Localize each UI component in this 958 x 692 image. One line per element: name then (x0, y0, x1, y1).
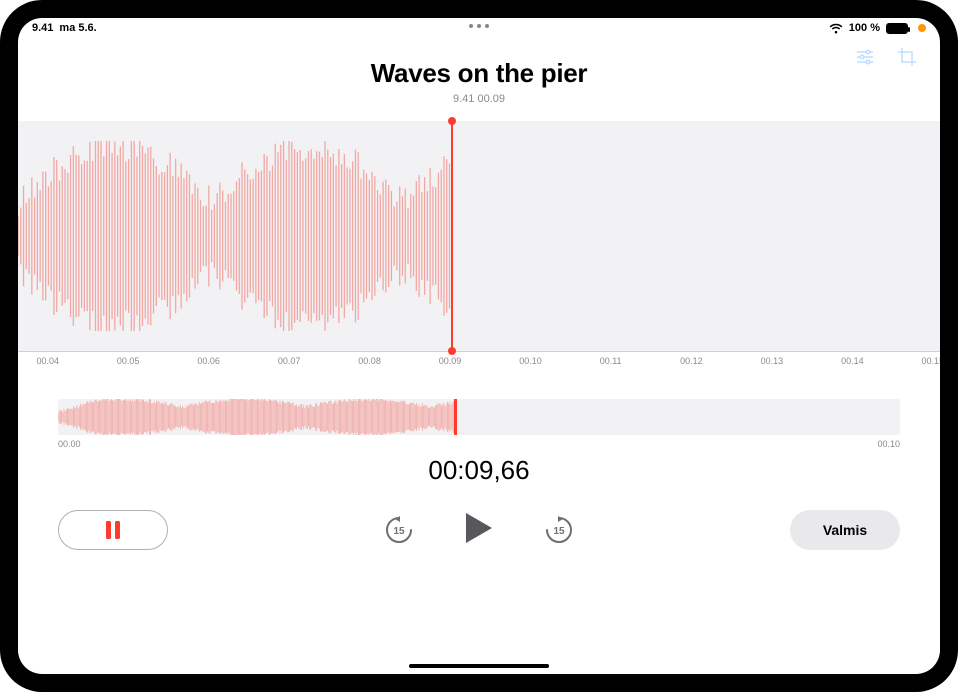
recording-title[interactable]: Waves on the pier (18, 58, 940, 89)
ruler-tick: 00.08 (358, 356, 381, 366)
ruler-tick: 00.10 (519, 356, 542, 366)
skip-back-icon: 15 (382, 513, 416, 547)
current-time: 00:09,66 (18, 455, 940, 486)
ruler-tick: 00.11 (600, 356, 622, 366)
recording-indicator-dot (918, 24, 926, 32)
ruler-tick: 00.15 (922, 356, 940, 366)
battery-text: 100 % (849, 22, 880, 34)
play-icon (464, 511, 494, 545)
playhead[interactable] (451, 121, 453, 351)
screen: 9.41 ma 5.6. 100 % Waves on the pier 9.4… (18, 18, 940, 674)
overview-waveform[interactable] (58, 399, 900, 435)
pause-button[interactable] (58, 510, 168, 550)
ruler-tick: 00.12 (680, 356, 703, 366)
home-indicator[interactable] (409, 664, 549, 668)
done-label: Valmis (823, 522, 867, 538)
wifi-icon (829, 23, 843, 34)
status-date: ma 5.6. (59, 22, 96, 34)
ruler-tick: 00.14 (841, 356, 864, 366)
crop-icon[interactable] (896, 46, 918, 68)
overview-end-label: 00.10 (877, 439, 900, 449)
svg-text:15: 15 (393, 526, 405, 537)
main-waveform[interactable] (18, 121, 940, 351)
time-ruler: 00.04 00.05 00.06 00.07 00.08 00.09 00.10 00.11… (18, 351, 940, 375)
overview-start-label: 00.00 (58, 439, 81, 449)
status-time: 9.41 (32, 22, 53, 34)
ruler-tick: 00.04 (36, 356, 59, 366)
skip-back-button[interactable]: 15 (382, 513, 416, 547)
recording-subtitle: 9.41 00.09 (18, 93, 940, 105)
multitask-dots[interactable] (469, 24, 489, 28)
options-icon[interactable] (854, 46, 876, 68)
status-bar: 9.41 ma 5.6. 100 % (18, 18, 940, 38)
play-button[interactable] (464, 511, 494, 550)
ruler-tick: 00.07 (278, 356, 301, 366)
ruler-tick: 00.05 (117, 356, 140, 366)
skip-forward-button[interactable]: 15 (542, 513, 576, 547)
ruler-tick: 00.13 (761, 356, 784, 366)
skip-forward-icon: 15 (542, 513, 576, 547)
transport-controls: 15 15 Valmis (18, 510, 940, 550)
battery-icon (886, 23, 908, 34)
ipad-frame: 9.41 ma 5.6. 100 % Waves on the pier 9.4… (0, 0, 958, 692)
overview-playhead[interactable] (454, 399, 457, 435)
ruler-tick: 00.06 (197, 356, 220, 366)
edit-toolbar (854, 46, 918, 68)
pause-icon (104, 520, 122, 540)
ruler-tick: 00.09 (439, 356, 462, 366)
waveform-graphic (18, 121, 940, 351)
overview-graphic (58, 399, 454, 435)
svg-text:15: 15 (553, 526, 565, 537)
done-button[interactable]: Valmis (790, 510, 900, 550)
